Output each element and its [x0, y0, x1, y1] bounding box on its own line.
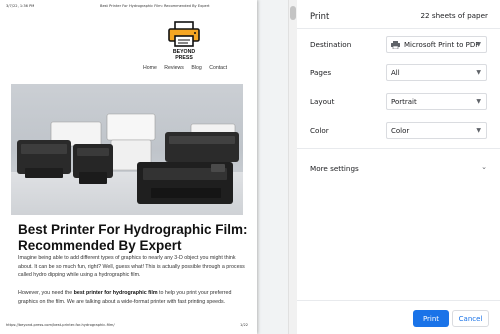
article-paragraph-1: Imagine being able to add different type… [18, 255, 245, 279]
cancel-button[interactable]: Cancel [452, 310, 489, 327]
logo-printer-icon [168, 21, 200, 47]
layout-value: Portrait [391, 97, 417, 106]
divider [297, 300, 500, 301]
chevron-down-icon: ▼ [476, 69, 481, 76]
destination-value: Microsoft Print to PDF [404, 40, 480, 49]
article-title: Best Printer For Hydrographic Film: Reco… [18, 222, 248, 253]
pages-value: All [391, 68, 400, 77]
destination-select[interactable]: Microsoft Print to PDF ▼ [386, 36, 487, 53]
nav-item-reviews: Reviews [164, 65, 184, 71]
chevron-down-icon: ▼ [476, 127, 481, 134]
hero-image [11, 84, 243, 215]
chevron-down-icon: ▼ [476, 41, 481, 48]
scrollbar-thumb[interactable] [290, 6, 296, 20]
article-paragraph-2: However, you need the best printer for h… [18, 289, 248, 306]
paragraph-bold-text: best printer for hydrographic film [73, 290, 158, 296]
chevron-down-icon: ▼ [476, 98, 481, 105]
sheet-count: 22 sheets of paper [420, 11, 488, 20]
preview-page: 3/7/22, 1:36 PM Best Printer For Hydrogr… [0, 0, 257, 334]
nav-item-contact: Contact [209, 65, 228, 71]
page-header-date: 3/7/22, 1:36 PM [6, 4, 35, 8]
nav-item-home: Home [143, 65, 157, 71]
pages-label: Pages [310, 68, 332, 77]
chevron-down-icon[interactable]: ⌄ [481, 163, 487, 171]
divider [297, 28, 500, 29]
destination-label: Destination [310, 40, 352, 49]
print-settings-panel: Print 22 sheets of paper Destination Mic… [297, 0, 500, 334]
layout-select[interactable]: Portrait ▼ [386, 93, 487, 110]
pages-select[interactable]: All ▼ [386, 64, 487, 81]
print-button[interactable]: Print [413, 310, 449, 327]
printer-icon [391, 40, 400, 49]
site-nav: Home Reviews Blog Contact [143, 65, 233, 71]
site-logo: BEYOND PRESS [164, 20, 204, 61]
print-preview-area: 3/7/22, 1:36 PM Best Printer For Hydrogr… [0, 0, 288, 334]
color-label: Color [310, 126, 329, 135]
divider [297, 148, 500, 149]
layout-label: Layout [310, 97, 335, 106]
page-footer-url: https://beyond-press.com/best-printer-fo… [6, 323, 115, 327]
color-select[interactable]: Color ▼ [386, 122, 487, 139]
paragraph-text-before: However, you need the [18, 290, 74, 296]
nav-item-blog: Blog [191, 65, 202, 71]
page-footer-number: 1/22 [240, 323, 249, 327]
page-header-title: Best Printer For Hydrographic Film: Reco… [100, 4, 210, 8]
logo-text: BEYOND PRESS [172, 49, 196, 61]
more-settings-toggle[interactable]: More settings [310, 164, 359, 173]
preview-scrollbar[interactable] [288, 0, 297, 334]
hero-printers-illustration [17, 113, 239, 204]
panel-title: Print [310, 11, 330, 21]
color-value: Color [391, 126, 410, 135]
